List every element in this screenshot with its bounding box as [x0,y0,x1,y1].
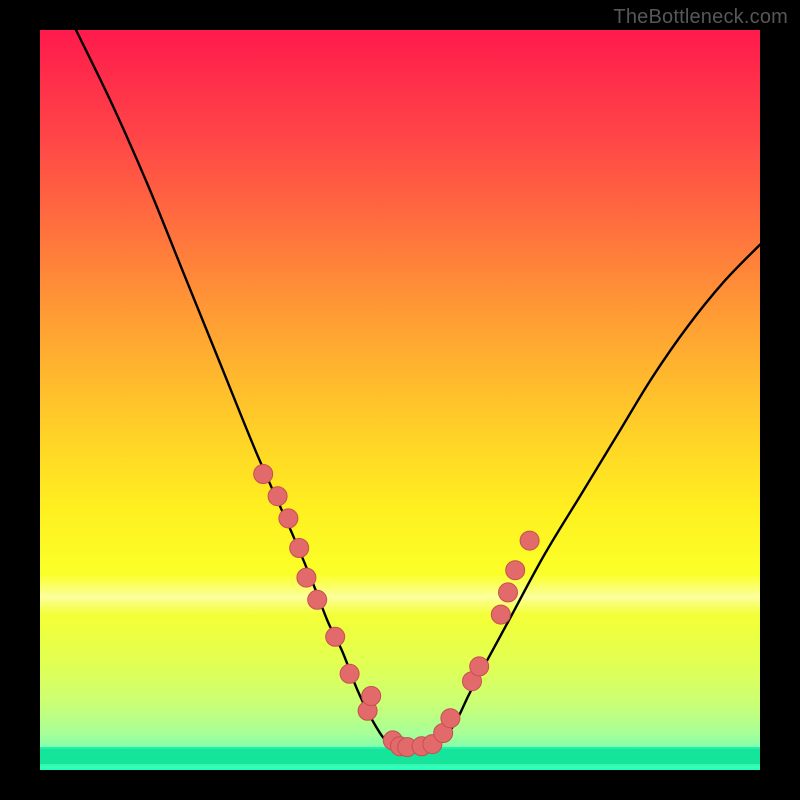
outlier-point [340,664,359,683]
outlier-points [254,465,539,757]
watermark-label: TheBottleneck.com [613,6,788,29]
outlier-point [297,568,316,587]
outlier-point [362,687,381,706]
curve-layer [40,30,760,770]
bottleneck-curve [76,30,760,748]
outlier-point [499,583,518,602]
outlier-point [326,627,345,646]
outlier-point [441,709,460,728]
outlier-point [254,465,273,484]
outlier-point [279,509,298,528]
outlier-point [290,539,309,558]
outlier-point [520,531,539,550]
outlier-point [268,487,287,506]
outlier-point [491,605,510,624]
chart-stage: TheBottleneck.com [0,0,800,800]
outlier-point [506,561,525,580]
outlier-point [470,657,489,676]
plot-area [40,30,760,770]
outlier-point [308,590,327,609]
